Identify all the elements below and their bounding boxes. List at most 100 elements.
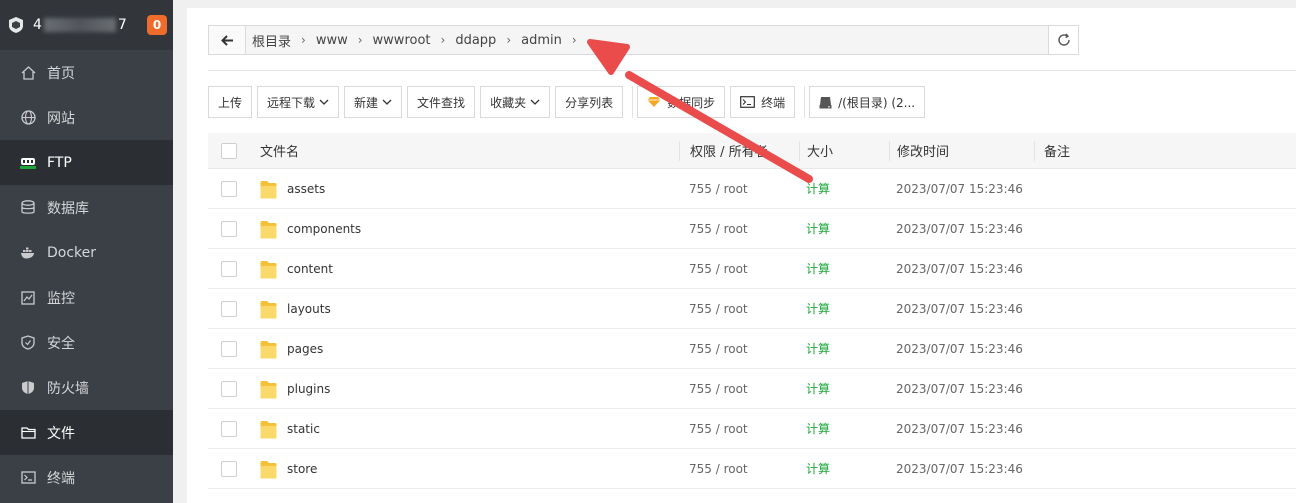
calculate-size-link[interactable]: 计算 [799, 340, 889, 357]
favorites-button[interactable]: 收藏夹 [480, 86, 551, 118]
calculate-size-link[interactable]: 计算 [799, 460, 889, 477]
folder-icon [260, 260, 277, 278]
table-row[interactable]: store 755 / root 计算 2023/07/07 15:23:46 [208, 449, 1296, 489]
sidebar-item-terminal[interactable]: 终端 [0, 455, 173, 500]
chevron-right-icon: › [571, 33, 577, 47]
row-checkbox[interactable] [221, 380, 237, 397]
redacted-ip [43, 18, 116, 32]
select-all-cell [208, 142, 250, 159]
calculate-size-link[interactable]: 计算 [799, 380, 889, 397]
breadcrumb-item-wwwroot[interactable]: wwwroot › [373, 33, 456, 48]
permission-cell[interactable]: 755 / root [679, 302, 799, 316]
modified-time-cell: 2023/07/07 15:23:46 [896, 181, 1023, 196]
permission-cell[interactable]: 755 / root [679, 262, 799, 276]
sidebar-item-home[interactable]: 首页 [0, 50, 173, 95]
table-row[interactable]: layouts 755 / root 计算 2023/07/07 15:23:46 [208, 289, 1296, 329]
folder-icon [260, 420, 277, 438]
table-row[interactable]: assets 755 / root 计算 2023/07/07 15:23:46 [208, 169, 1296, 209]
row-checkbox[interactable] [221, 260, 237, 277]
file-name[interactable]: assets [287, 182, 325, 196]
breadcrumb: 根目录 › www › wwwroot › ddapp › admin › [246, 31, 1048, 50]
firewall-icon [20, 380, 36, 396]
sidebar-item-label: FTP [47, 154, 72, 171]
calculate-size-link[interactable]: 计算 [799, 300, 889, 317]
sidebar-item-files[interactable]: 文件 [0, 410, 173, 455]
permission-cell[interactable]: 755 / root [679, 182, 799, 196]
row-checkbox-cell [208, 460, 250, 477]
modified-time-cell: 2023/07/07 15:23:46 [896, 301, 1023, 316]
refresh-button[interactable] [1048, 26, 1078, 54]
row-checkbox[interactable] [221, 460, 237, 477]
table-row[interactable]: pages 755 / root 计算 2023/07/07 15:23:46 [208, 329, 1296, 369]
row-checkbox[interactable] [221, 180, 237, 197]
new-button[interactable]: 新建 [344, 86, 403, 118]
terminal-icon [20, 470, 36, 486]
sidebar-item-docker[interactable]: Docker [0, 230, 173, 275]
permission-cell[interactable]: 755 / root [679, 382, 799, 396]
sidebar-item-label: 文件 [47, 425, 75, 442]
calculate-size-link[interactable]: 计算 [799, 260, 889, 277]
upload-button[interactable]: 上传 [208, 86, 253, 118]
sidebar-item-website[interactable]: 网站 [0, 95, 173, 140]
folder-icon [260, 220, 277, 238]
header-size[interactable]: 大小 [799, 140, 889, 161]
back-button[interactable] [209, 26, 246, 54]
table-row[interactable]: plugins 755 / root 计算 2023/07/07 15:23:46 [208, 369, 1296, 409]
breadcrumb-item-root[interactable]: 根目录 › [252, 31, 316, 50]
file-name-cell: pages [250, 338, 679, 360]
sidebar-item-monitor[interactable]: 监控 [0, 275, 173, 320]
file-name[interactable]: layouts [287, 302, 331, 316]
sidebar-item-label: 安全 [47, 335, 75, 352]
permission-cell[interactable]: 755 / root [679, 422, 799, 436]
notification-badge[interactable]: 0 [147, 15, 167, 35]
permission-cell[interactable]: 755 / root [679, 462, 799, 476]
sidebar-item-label: 首页 [47, 65, 75, 82]
header-permission[interactable]: 权限 / 所有者 [679, 140, 799, 161]
globe-icon [20, 110, 36, 126]
breadcrumb-item-admin[interactable]: admin › [521, 33, 587, 48]
file-name[interactable]: pages [287, 342, 323, 356]
table-row[interactable]: content 755 / root 计算 2023/07/07 15:23:46 [208, 249, 1296, 289]
refresh-icon [1057, 33, 1070, 46]
file-name[interactable]: static [287, 422, 320, 436]
disk-button[interactable]: /(根目录) (2... [809, 86, 926, 118]
sidebar-item-ftp[interactable]: FTP [0, 140, 173, 185]
calculate-size-link[interactable]: 计算 [799, 220, 889, 237]
file-name[interactable]: plugins [287, 382, 330, 396]
share-list-button[interactable]: 分享列表 [555, 86, 624, 118]
table-row[interactable]: static 755 / root 计算 2023/07/07 15:23:46 [208, 409, 1296, 449]
header-name[interactable]: 文件名 [250, 141, 679, 160]
breadcrumb-item-ddapp[interactable]: ddapp › [455, 33, 521, 48]
header-modified[interactable]: 修改时间 [889, 140, 1034, 161]
file-name-cell: store [250, 458, 679, 480]
table-row[interactable]: components 755 / root 计算 2023/07/07 15:23:4… [208, 209, 1296, 249]
database-icon [20, 200, 36, 216]
permission-cell[interactable]: 755 / root [679, 342, 799, 356]
calculate-size-link[interactable]: 计算 [799, 180, 889, 197]
data-sync-button[interactable]: 数据同步 [637, 86, 726, 118]
row-checkbox[interactable] [221, 220, 237, 237]
permission-cell[interactable]: 755 / root [679, 222, 799, 236]
sidebar-item-database[interactable]: 数据库 [0, 185, 173, 230]
row-checkbox[interactable] [221, 420, 237, 437]
calculate-size-link[interactable]: 计算 [799, 420, 889, 437]
select-all-checkbox[interactable] [221, 142, 237, 159]
file-search-button[interactable]: 文件查找 [407, 86, 476, 118]
button-label: /(根目录) (2... [838, 95, 916, 110]
sidebar: 47 0 首页 网站 FTP 数据库 Docker 监控 安全 防火墙 文件 终… [0, 0, 173, 503]
breadcrumb-item-www[interactable]: www › [316, 33, 373, 48]
row-checkbox[interactable] [221, 340, 237, 357]
chevron-right-icon: › [301, 33, 306, 47]
sidebar-item-security[interactable]: 安全 [0, 320, 173, 365]
file-name[interactable]: content [287, 262, 333, 276]
sidebar-item-firewall[interactable]: 防火墙 [0, 365, 173, 410]
remote-download-button[interactable]: 远程下载 [257, 86, 340, 118]
file-name[interactable]: components [287, 222, 361, 236]
shield-icon [20, 335, 36, 351]
file-name-cell: content [250, 258, 679, 280]
terminal-button[interactable]: 终端 [730, 86, 796, 118]
file-name[interactable]: store [287, 462, 317, 476]
server-header[interactable]: 47 0 [0, 0, 173, 50]
breadcrumb-label: admin [521, 32, 562, 48]
row-checkbox[interactable] [221, 300, 237, 317]
